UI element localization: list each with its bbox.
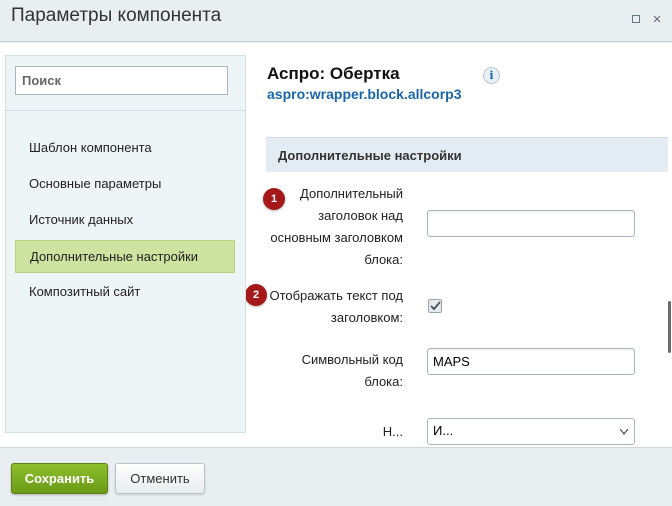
label-line: блока: bbox=[364, 374, 403, 389]
divider bbox=[6, 110, 245, 111]
chevron-down-icon bbox=[620, 429, 628, 435]
field-label-extra-title: Дополнительный заголовок над основным за… bbox=[260, 183, 403, 271]
label-line: заголовок над bbox=[318, 208, 403, 223]
label-line: Дополнительный bbox=[300, 186, 403, 201]
maximize-icon[interactable] bbox=[629, 12, 643, 26]
window-title: Параметры компонента bbox=[11, 5, 222, 26]
settings-panel: Аспро: Обертка aspro:wrapper.block.allco… bbox=[246, 43, 672, 447]
close-icon[interactable]: × bbox=[650, 11, 664, 28]
sidebar-item-composite-site[interactable]: Композитный сайт bbox=[15, 275, 235, 308]
label-line: основным заголовком bbox=[270, 230, 403, 245]
check-icon bbox=[429, 301, 441, 311]
field-label-block-code: Символьный код блока: bbox=[260, 349, 403, 393]
search-input[interactable] bbox=[15, 66, 228, 95]
label-line: Н... bbox=[382, 424, 403, 439]
footer: Сохранить Отменить bbox=[0, 447, 672, 506]
label-line: Символьный код bbox=[301, 352, 403, 367]
show-subtitle-checkbox[interactable] bbox=[428, 299, 442, 313]
title-bar: Параметры компонента × bbox=[0, 0, 672, 42]
sidebar: Шаблон компонента Основные параметры Ист… bbox=[5, 55, 246, 433]
section-header[interactable]: Дополнительные настройки bbox=[266, 137, 668, 172]
sidebar-item-additional-settings[interactable]: Дополнительные настройки bbox=[15, 240, 235, 273]
extra-title-input[interactable] bbox=[427, 210, 635, 237]
component-code: aspro:wrapper.block.allcorp3 bbox=[267, 86, 462, 102]
select-field[interactable]: И... bbox=[427, 418, 635, 445]
field-label-partial: Н... bbox=[260, 421, 403, 443]
select-value: И... bbox=[433, 423, 454, 438]
field-label-show-subtitle: Отображать текст под заголовком: bbox=[260, 285, 403, 329]
scrollbar-thumb[interactable] bbox=[668, 301, 671, 353]
cancel-button[interactable]: Отменить bbox=[115, 463, 205, 494]
save-button[interactable]: Сохранить bbox=[11, 463, 108, 494]
dialog-body: Шаблон компонента Основные параметры Ист… bbox=[0, 43, 672, 447]
block-code-input[interactable] bbox=[427, 348, 635, 375]
label-line: блока: bbox=[364, 252, 403, 267]
label-line: Отображать текст под bbox=[269, 288, 403, 303]
sidebar-item-main-params[interactable]: Основные параметры bbox=[15, 167, 235, 200]
info-icon[interactable]: i bbox=[483, 67, 500, 84]
sidebar-item-data-source[interactable]: Источник данных bbox=[15, 203, 235, 236]
sidebar-item-template[interactable]: Шаблон компонента bbox=[15, 131, 235, 164]
component-title: Аспро: Обертка bbox=[267, 64, 400, 83]
label-line: заголовком: bbox=[330, 310, 403, 325]
